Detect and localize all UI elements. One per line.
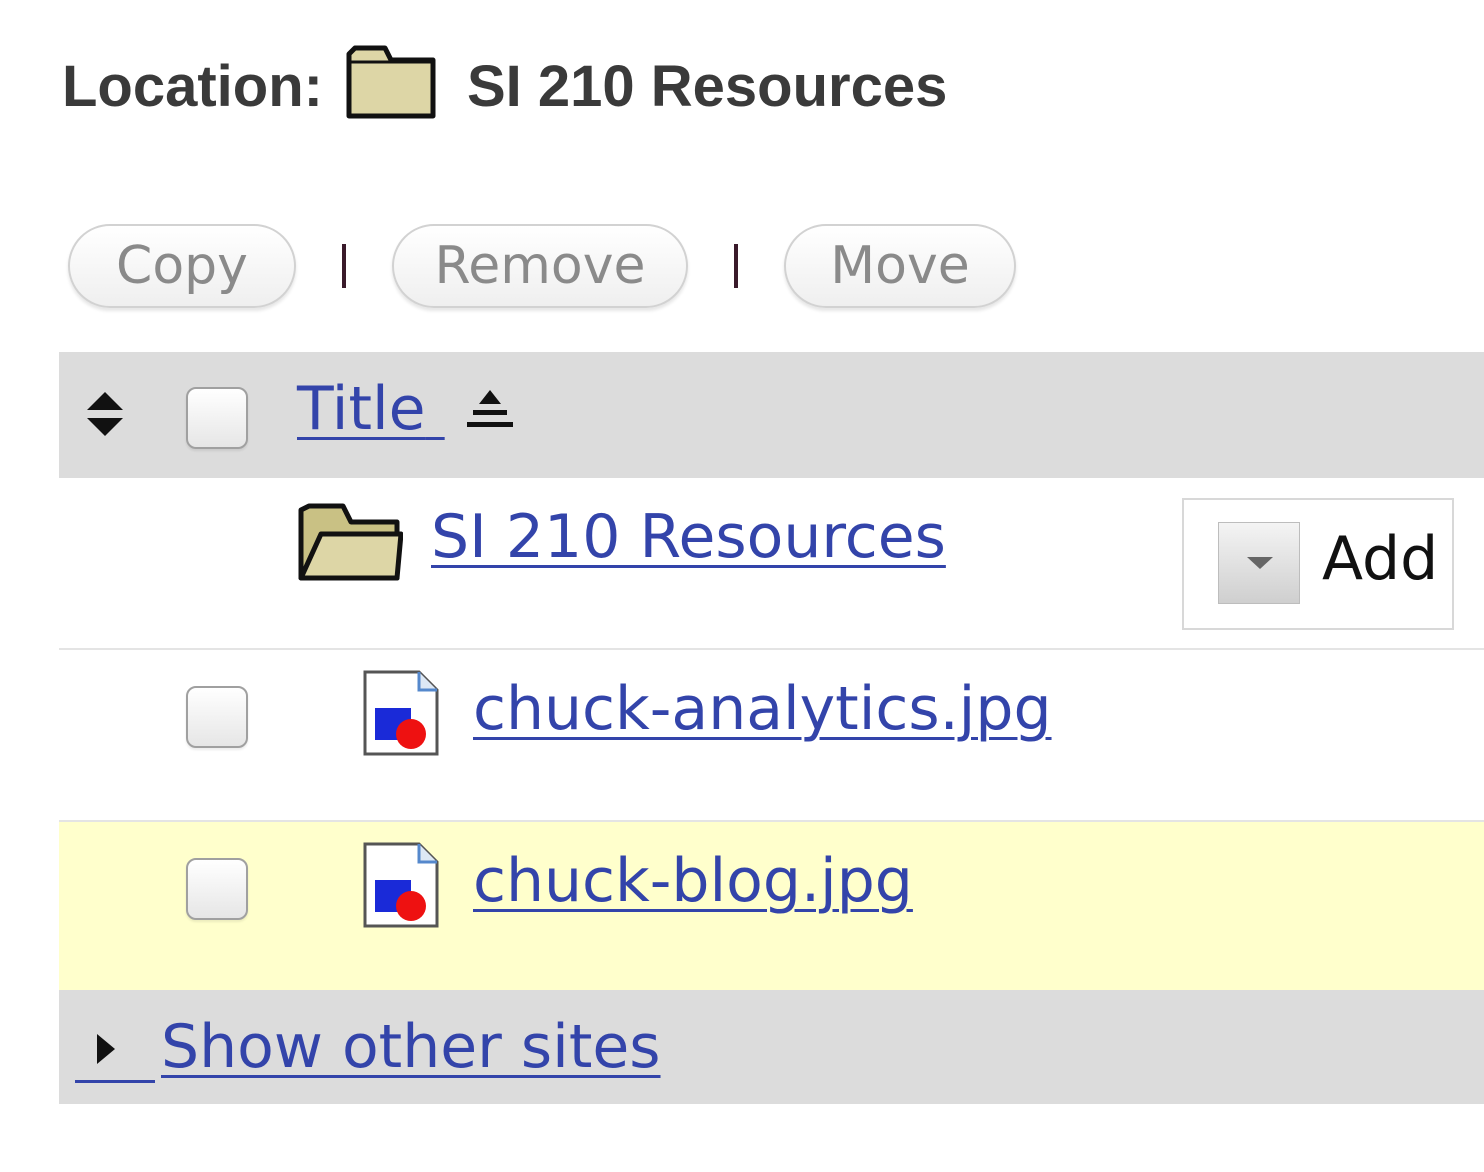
location-folder-name: SI 210 Resources bbox=[466, 53, 948, 119]
select-all-checkbox[interactable] bbox=[186, 387, 248, 449]
triangle-right-icon[interactable] bbox=[95, 1032, 117, 1070]
show-other-sites-link[interactable]: Show other sites bbox=[161, 1012, 661, 1082]
table-footer: Show other sites bbox=[59, 990, 1484, 1104]
title-label: Title bbox=[297, 374, 426, 444]
folder-row: SI 210 Resources Add bbox=[59, 478, 1484, 650]
add-label[interactable]: Add bbox=[1322, 524, 1438, 594]
copy-button[interactable]: Copy bbox=[68, 224, 296, 308]
location-bar: Location: SI 210 Resources bbox=[62, 36, 947, 136]
link-underline bbox=[75, 1080, 155, 1083]
row-checkbox[interactable] bbox=[186, 686, 248, 748]
move-button[interactable]: Move bbox=[784, 224, 1016, 308]
sort-updown-icon[interactable] bbox=[83, 390, 127, 442]
title-sort-link[interactable]: Title bbox=[297, 374, 513, 447]
row-checkbox[interactable] bbox=[186, 858, 248, 920]
folder-open-icon bbox=[297, 498, 404, 586]
add-dropdown-button[interactable] bbox=[1218, 522, 1300, 604]
remove-button[interactable]: Remove bbox=[392, 224, 688, 308]
table-header: Title bbox=[59, 352, 1484, 478]
file-link[interactable]: chuck-blog.jpg bbox=[473, 846, 913, 916]
folder-link[interactable]: SI 210 Resources bbox=[431, 502, 946, 572]
table-row: chuck-analytics.jpg bbox=[59, 650, 1484, 822]
file-link[interactable]: chuck-analytics.jpg bbox=[473, 674, 1052, 744]
location-label: Location: bbox=[62, 53, 323, 119]
action-toolbar: Copy Remove Move bbox=[68, 222, 1016, 310]
table-row: chuck-blog.jpg bbox=[59, 822, 1484, 990]
chevron-down-icon bbox=[1247, 557, 1273, 569]
add-menu[interactable]: Add bbox=[1182, 498, 1454, 630]
folder-closed-icon bbox=[345, 38, 437, 134]
toolbar-separator bbox=[734, 244, 738, 288]
image-file-icon bbox=[363, 842, 439, 932]
image-file-icon bbox=[363, 670, 439, 760]
sort-ascending-icon bbox=[466, 377, 513, 447]
toolbar-separator bbox=[342, 244, 346, 288]
